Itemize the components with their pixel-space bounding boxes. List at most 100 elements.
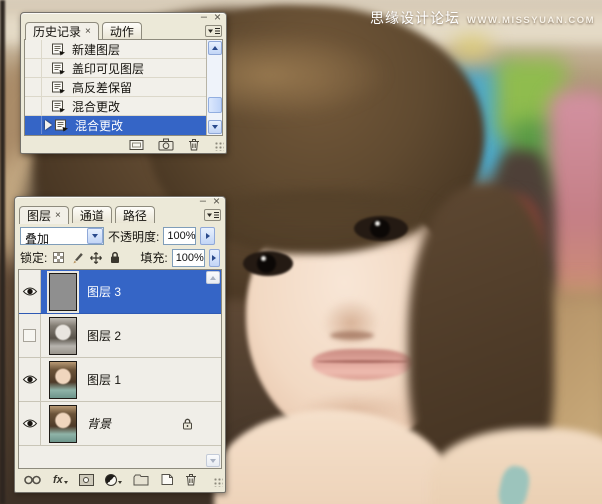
history-state-label: 盖印可见图层 [72, 61, 145, 76]
blend-opacity-row: 叠加 不透明度: 100% [15, 225, 225, 247]
layer-name[interactable]: 图层 3 [87, 283, 121, 300]
layer-thumbnail[interactable] [49, 272, 77, 311]
lock-all-icon[interactable] [108, 251, 122, 265]
history-panel-titlebar: – × [21, 11, 226, 23]
watermark-site-url: WWW.MISSYUAN.COM [467, 15, 595, 26]
scroll-down-icon[interactable] [208, 120, 222, 134]
layer-row[interactable]: 图层 1 [19, 358, 221, 402]
layer-thumbnail[interactable] [49, 360, 77, 399]
adjustment-layer-icon[interactable] [104, 473, 122, 486]
scroll-up-icon[interactable] [206, 271, 220, 284]
photo-light-spot [452, 36, 492, 58]
tab-channels-label: 通道 [79, 208, 104, 223]
lock-fill-row: 锁定: 填充: 100% [15, 247, 225, 268]
eye-icon [22, 287, 37, 296]
fill-input[interactable]: 100% [171, 248, 205, 267]
girl-bangs-edge [200, 190, 450, 250]
layer-row[interactable]: 图层 2 [19, 314, 221, 358]
history-source-checkbox[interactable] [25, 97, 42, 115]
delete-layer-icon[interactable] [185, 473, 197, 486]
panel-resize-grip[interactable] [215, 142, 224, 151]
chevron-down-icon[interactable] [87, 228, 103, 244]
new-snapshot-icon[interactable] [158, 138, 174, 151]
scroll-down-icon[interactable] [206, 454, 220, 467]
visibility-toggle[interactable] [19, 358, 41, 401]
panel-resize-grip[interactable] [214, 478, 223, 487]
blend-mode-value: 叠加 [25, 232, 50, 246]
visibility-toggle[interactable] [19, 402, 41, 445]
empty-visibility-well[interactable] [23, 329, 36, 342]
tab-actions[interactable]: 动作 [101, 22, 142, 39]
lock-label: 锁定: [20, 251, 48, 265]
tab-close-icon[interactable]: × [55, 210, 61, 221]
panel-menu-icon[interactable] [204, 209, 221, 221]
history-state-row[interactable]: 混合更改 [25, 97, 206, 116]
lock-pixels-icon[interactable] [70, 251, 84, 265]
history-scrollbar[interactable] [206, 40, 222, 135]
history-state-row[interactable]: 高反差保留 [25, 78, 206, 97]
scrollbar-thumb[interactable] [208, 97, 222, 113]
history-state-row-selected[interactable]: 混合更改 [25, 116, 206, 135]
visibility-toggle[interactable] [19, 314, 41, 357]
girl-nostril-shadow [330, 331, 374, 340]
scroll-up-icon[interactable] [207, 41, 222, 55]
history-state-icon [54, 119, 69, 132]
layer-thumbnail[interactable] [49, 404, 77, 443]
girl-nose [322, 298, 380, 348]
blend-mode-select[interactable]: 叠加 [20, 227, 104, 246]
watermark-site-name: 思缘设计论坛 [370, 10, 461, 26]
visibility-toggle[interactable] [19, 270, 41, 313]
tab-layers[interactable]: 图层 × [19, 206, 69, 224]
tab-channels[interactable]: 通道 [71, 206, 112, 223]
current-state-pointer-icon[interactable] [45, 120, 52, 130]
link-layers-icon[interactable] [23, 475, 42, 485]
history-state-icon [51, 43, 66, 56]
history-source-checkbox[interactable] [25, 78, 42, 96]
layer-style-icon[interactable]: fx [53, 474, 68, 486]
fill-slider-arrow-icon[interactable] [208, 248, 220, 267]
layers-scrollbar[interactable] [205, 270, 221, 468]
history-state-label: 高反差保留 [72, 80, 133, 95]
delete-state-icon[interactable] [188, 138, 200, 151]
girl-left-eye [243, 251, 293, 276]
history-state-label: 混合更改 [75, 118, 124, 133]
new-group-icon[interactable] [133, 474, 149, 486]
new-document-from-state-icon[interactable] [129, 139, 144, 151]
layers-footer-bar: fx [15, 470, 225, 489]
photo-left-edge [0, 0, 5, 504]
layers-panel: – × 图层 × 通道 路径 叠加 不透明度: 100% 锁定: 填充: 100… [14, 195, 226, 493]
opacity-input[interactable]: 100% [163, 227, 197, 245]
layer-row-selected[interactable]: 图层 3 [19, 270, 221, 314]
layer-row-background[interactable]: 背景 [19, 402, 221, 446]
history-state-row[interactable]: 盖印可见图层 [25, 59, 206, 78]
layer-thumbnail[interactable] [49, 316, 77, 355]
layer-name[interactable]: 图层 2 [87, 327, 121, 344]
history-source-checkbox[interactable] [25, 59, 42, 77]
new-layer-icon[interactable] [160, 473, 174, 486]
eye-icon [22, 419, 37, 428]
history-state-label: 新建图层 [72, 42, 121, 57]
layers-panel-titlebar: – × [15, 195, 225, 207]
tab-close-icon[interactable]: × [85, 26, 91, 37]
tab-history[interactable]: 历史记录 × [25, 22, 99, 40]
history-state-row[interactable]: 新建图层 [25, 40, 206, 59]
history-state-label: 混合更改 [72, 99, 121, 114]
eye-icon [22, 375, 37, 384]
history-state-icon [51, 100, 66, 113]
panel-menu-icon[interactable] [205, 25, 222, 37]
photoshop-workspace: 思缘设计论坛 WWW.MISSYUAN.COM – × 历史记录 × 动作 新建… [0, 0, 602, 504]
layers-panel-tabs: 图层 × 通道 路径 [15, 206, 225, 224]
tab-paths-label: 路径 [122, 208, 147, 223]
layer-lock-icon [182, 418, 193, 430]
layer-name[interactable]: 图层 1 [87, 371, 121, 388]
add-layer-mask-icon[interactable] [78, 473, 94, 486]
history-source-checkbox[interactable] [25, 40, 42, 58]
lock-position-icon[interactable] [89, 251, 103, 265]
history-source-checkbox[interactable] [25, 116, 42, 134]
tab-paths[interactable]: 路径 [114, 206, 155, 223]
lock-transparency-icon[interactable] [51, 251, 65, 265]
history-list: 新建图层 盖印可见图层 高反差保留 混合更改 混合更改 [24, 39, 223, 136]
opacity-slider-arrow-icon[interactable] [200, 227, 216, 245]
layer-name[interactable]: 背景 [87, 415, 111, 432]
fill-label: 填充: [140, 251, 168, 265]
